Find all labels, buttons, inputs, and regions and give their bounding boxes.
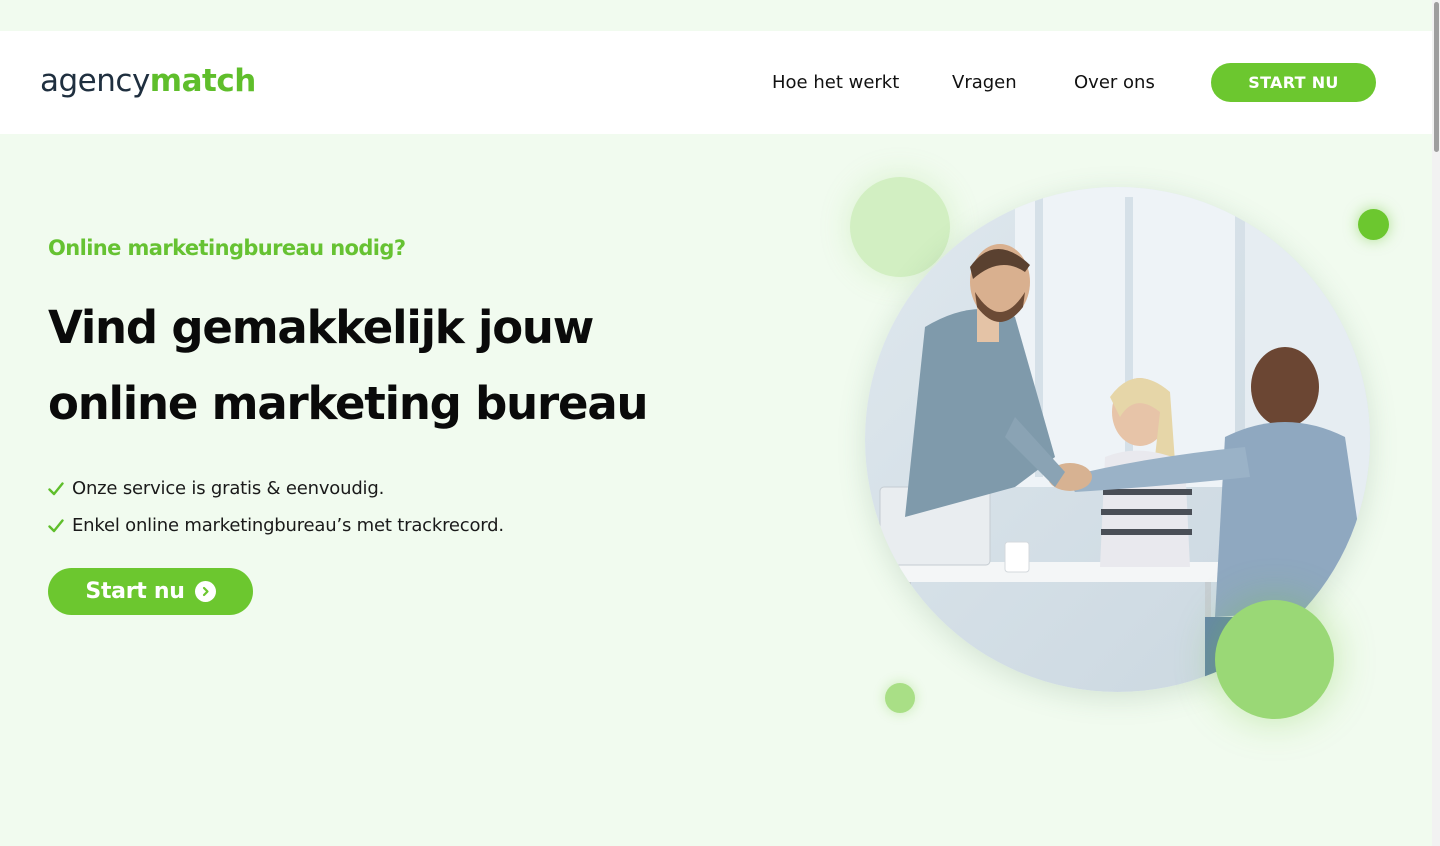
feature-text: Onze service is gratis & eenvoudig.	[72, 478, 385, 499]
page-scrollbar[interactable]	[1432, 0, 1440, 846]
start-nu-hero-button[interactable]: Start nu	[48, 568, 253, 615]
headline-line-2: online marketing bureau	[48, 377, 649, 430]
logo-text-match: match	[149, 63, 257, 99]
decorative-circle	[1358, 209, 1389, 240]
decorative-circle	[885, 683, 915, 713]
feature-text: Enkel online marketingbureau’s met track…	[72, 515, 504, 536]
decorative-circle	[1215, 600, 1334, 719]
decorative-circle	[850, 177, 950, 277]
nav-link-hoe-het-werkt[interactable]: Hoe het werkt	[772, 71, 899, 95]
check-icon	[48, 518, 64, 532]
hero-eyebrow: Online marketingbureau nodig?	[48, 236, 406, 260]
headline-line-1: Vind gemakkelijk jouw	[48, 301, 594, 354]
site-header: agencymatch Hoe het werkt Vragen Over on…	[0, 31, 1432, 134]
nav-link-vragen[interactable]: Vragen	[952, 71, 1017, 95]
chevron-right-circle-icon	[194, 581, 216, 602]
logo[interactable]: agencymatch	[40, 61, 256, 101]
start-nu-header-button[interactable]: START NU	[1211, 63, 1376, 102]
start-nu-label: Start nu	[85, 579, 185, 604]
check-icon	[48, 481, 64, 495]
scrollbar-thumb[interactable]	[1434, 2, 1439, 152]
nav-link-over-ons[interactable]: Over ons	[1074, 71, 1155, 95]
feature-list: Onze service is gratis & eenvoudig. Enke…	[48, 470, 504, 544]
top-strip	[0, 0, 1432, 31]
hero-headline: Vind gemakkelijk jouw online marketing b…	[48, 290, 748, 442]
feature-item: Onze service is gratis & eenvoudig.	[48, 470, 504, 507]
feature-item: Enkel online marketingbureau’s met track…	[48, 507, 504, 544]
logo-text-agency: agency	[40, 63, 150, 99]
